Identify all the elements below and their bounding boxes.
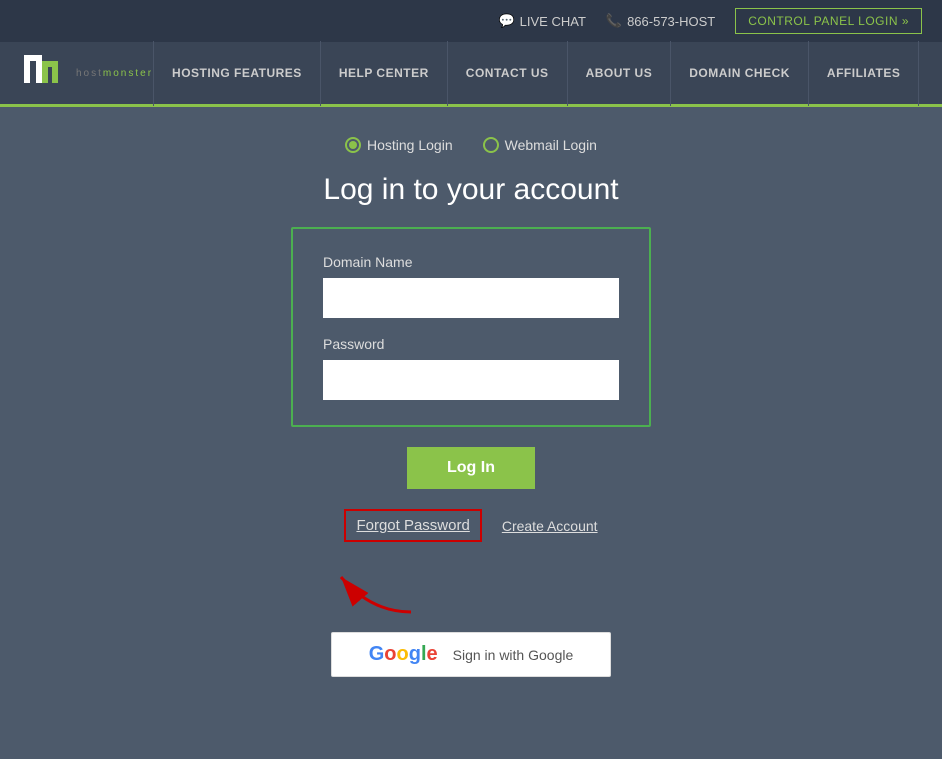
control-panel-button[interactable]: CONTROL PANEL LOGIN » [735, 8, 922, 34]
arrow-indicator [291, 562, 651, 612]
live-chat-link[interactable]: 💬 LIVE CHAT [498, 13, 585, 29]
nav-contact-us[interactable]: CONTACT US [448, 41, 568, 106]
live-chat-label: LIVE CHAT [520, 14, 586, 29]
control-panel-label: CONTROL PANEL LOGIN » [748, 14, 909, 28]
google-g-icon: Google [369, 643, 438, 666]
phone-link[interactable]: 📞 866-573-HOST [606, 13, 715, 29]
logo[interactable]: hostmonster [20, 47, 153, 99]
logo-text: hostmonster [76, 68, 153, 79]
create-account-link[interactable]: Create Account [502, 518, 598, 534]
main-nav: HOSTING FEATURES HELP CENTER CONTACT US … [153, 41, 922, 106]
webmail-login-label: Webmail Login [505, 137, 597, 153]
webmail-login-option[interactable]: Webmail Login [483, 137, 597, 153]
hosting-login-label: Hosting Login [367, 137, 453, 153]
phone-icon: 📞 [606, 13, 622, 29]
nav-affiliates[interactable]: AFFILIATES [809, 41, 919, 106]
login-button[interactable]: Log In [407, 447, 535, 489]
password-input[interactable] [323, 360, 619, 400]
webmail-login-radio[interactable] [483, 137, 499, 153]
login-form-box: Domain Name Password [291, 227, 651, 427]
google-signin-button[interactable]: Google Sign in with Google [331, 632, 611, 677]
hosting-login-radio[interactable] [345, 137, 361, 153]
chat-icon: 💬 [498, 13, 514, 29]
login-title: Log in to your account [323, 173, 618, 207]
logo-icon [20, 47, 72, 99]
nav-about-us[interactable]: ABOUT US [568, 41, 672, 106]
password-label: Password [323, 336, 619, 352]
forgot-password-link[interactable]: Forgot Password [344, 509, 481, 542]
nav-domain-check[interactable]: DOMAIN CHECK [671, 41, 809, 106]
main-content: Hosting Login Webmail Login Log in to yo… [0, 107, 942, 759]
arrow-svg [311, 562, 431, 622]
google-signin-label: Sign in with Google [453, 647, 574, 663]
phone-number: 866-573-HOST [627, 14, 715, 29]
forgot-password-container: Forgot Password [344, 509, 481, 542]
nav-hosting-features[interactable]: HOSTING FEATURES [153, 41, 321, 106]
hosting-login-option[interactable]: Hosting Login [345, 137, 453, 153]
links-row: Forgot Password Create Account [344, 509, 597, 542]
nav-help-center[interactable]: HELP CENTER [321, 41, 448, 106]
login-type-tabs: Hosting Login Webmail Login [345, 137, 597, 153]
domain-label: Domain Name [323, 254, 619, 270]
header: hostmonster HOSTING FEATURES HELP CENTER… [0, 42, 942, 107]
domain-input[interactable] [323, 278, 619, 318]
top-bar: 💬 LIVE CHAT 📞 866-573-HOST CONTROL PANEL… [0, 0, 942, 42]
